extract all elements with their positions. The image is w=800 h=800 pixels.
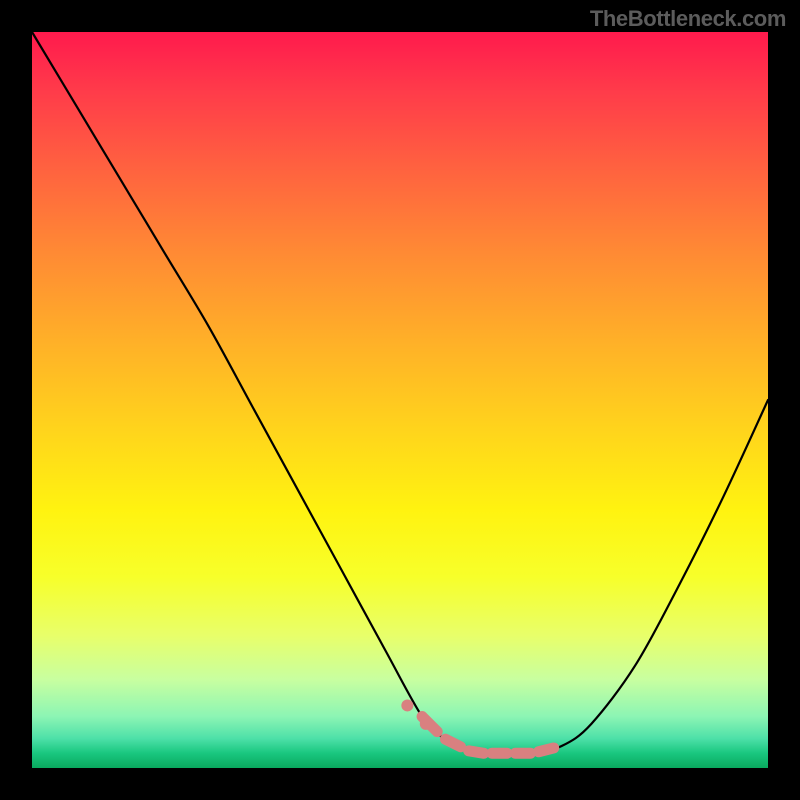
curve-path [32, 32, 768, 754]
watermark-text: TheBottleneck.com [590, 6, 786, 32]
chart-plot-area [32, 32, 768, 768]
bottleneck-curve [32, 32, 768, 768]
optimal-band-dot [420, 718, 432, 730]
optimal-band-segment [539, 748, 554, 752]
optimal-band-dot [401, 699, 413, 711]
optimal-band-segment [445, 739, 460, 747]
chart-frame: TheBottleneck.com [0, 0, 800, 800]
optimal-band-segment [469, 751, 484, 753]
